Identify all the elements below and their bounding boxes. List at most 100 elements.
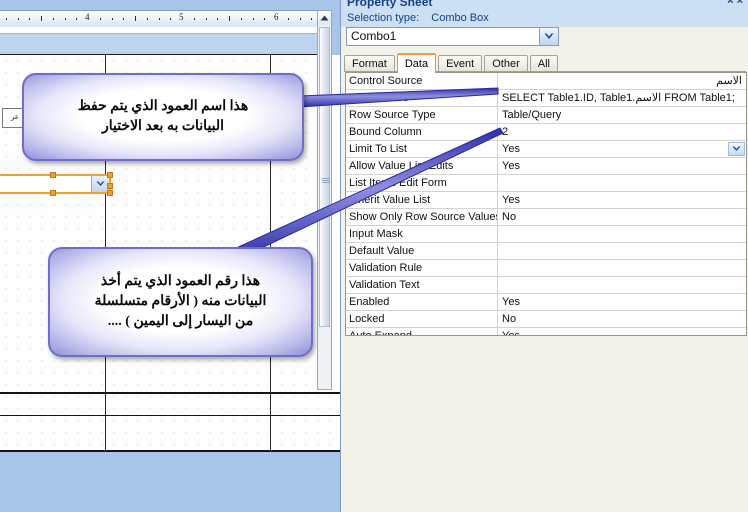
tab-other[interactable]: Other [484, 55, 528, 72]
ruler-tick [288, 18, 289, 20]
object-selector-dropdown-button[interactable] [539, 28, 558, 45]
property-row[interactable]: List Items Edit Form [346, 175, 746, 192]
property-row[interactable]: Default Value [346, 243, 746, 260]
scroll-up-button[interactable] [318, 11, 331, 25]
property-value-text: Yes [502, 330, 520, 336]
object-selector-combo[interactable]: Combo1 [346, 27, 559, 46]
property-name: Locked [346, 311, 498, 327]
property-value-text: No [502, 211, 517, 223]
property-name: Default Value [346, 243, 498, 259]
horizontal-ruler[interactable]: 4 5 6 [0, 10, 325, 28]
property-value-text: SELECT Table1.ID, Table1.الاسم FROM Tabl… [502, 92, 735, 104]
design-vertical-scrollbar[interactable] [317, 10, 332, 390]
ruler-tick [241, 18, 242, 20]
property-value[interactable] [498, 175, 746, 191]
property-name: Limit To List [346, 141, 498, 157]
screen-root: 456 عر Property Sheet × × Selection type… [0, 0, 748, 512]
tab-data[interactable]: Data [396, 53, 437, 73]
property-row[interactable]: Control Source الاسم [346, 73, 746, 90]
property-name: Inherit Value List [346, 192, 498, 208]
ruler-tick [194, 18, 195, 20]
property-row[interactable]: Validation Rule [346, 260, 746, 277]
tab-all[interactable]: All [529, 55, 558, 72]
property-value[interactable]: Yes [498, 158, 746, 174]
property-value[interactable]: الاسم [498, 73, 746, 89]
property-row[interactable]: Bound Column 2 [346, 124, 746, 141]
callout-bound-column: هذا رقم العمود الذي يتم أخذ البيانات منه… [48, 247, 313, 357]
ruler-tick [65, 18, 66, 20]
property-value-text: No [502, 313, 517, 325]
property-value[interactable]: Yes [498, 328, 746, 336]
property-row[interactable]: Auto Expand Yes [346, 328, 746, 336]
property-value-text: الاسم [716, 75, 742, 87]
ruler-gap [0, 27, 325, 34]
ruler-tick [41, 16, 42, 21]
ruler-label: 6 [274, 12, 279, 22]
property-value[interactable]: 2 [498, 124, 746, 140]
property-row[interactable]: Row Source SELECT Table1.ID, Table1.الاسم… [346, 90, 746, 107]
object-selector-value: Combo1 [351, 29, 397, 43]
ruler-tick [170, 18, 171, 20]
property-row[interactable]: Show Only Row Source Values No [346, 209, 746, 226]
property-value[interactable]: Yes [498, 294, 746, 310]
property-sheet-title: Property Sheet [347, 0, 433, 9]
property-value[interactable]: SELECT Table1.ID, Table1.الاسم FROM Tabl… [498, 90, 746, 106]
property-sheet-pane: Property Sheet × × Selection type: Combo… [340, 0, 748, 512]
property-value[interactable]: No [498, 311, 746, 327]
property-row[interactable]: Limit To List Yes [346, 141, 746, 158]
ruler-tick [6, 18, 7, 20]
scrollbar-thumb[interactable] [319, 27, 330, 327]
property-name: Bound Column [346, 124, 498, 140]
property-row[interactable]: Validation Text [346, 277, 746, 294]
property-value[interactable] [498, 260, 746, 276]
property-name: Validation Rule [346, 260, 498, 276]
property-name: Input Mask [346, 226, 498, 242]
tab-format[interactable]: Format [344, 55, 395, 72]
ruler-tick [100, 18, 101, 20]
property-row[interactable]: Inherit Value List Yes [346, 192, 746, 209]
resize-handle[interactable] [50, 190, 56, 196]
property-row[interactable]: Row Source Type Table/Query [346, 107, 746, 124]
property-name: Row Source Type [346, 107, 498, 123]
ruler-tick [229, 16, 230, 21]
property-name: Enabled [346, 294, 498, 310]
resize-handle[interactable] [107, 183, 113, 189]
property-value[interactable] [498, 243, 746, 259]
property-sheet-header: Property Sheet × × [341, 0, 748, 10]
property-value[interactable] [498, 226, 746, 242]
ruler-marks: 4 5 6 [0, 11, 325, 27]
ruler-tick [264, 18, 265, 20]
resize-handle[interactable] [50, 172, 56, 178]
chevron-down-icon [544, 33, 554, 39]
property-name: Show Only Row Source Values [346, 209, 498, 225]
property-row[interactable]: Input Mask [346, 226, 746, 243]
resize-handle[interactable] [107, 190, 113, 196]
form-section-band [0, 34, 325, 55]
form-combo-box-control[interactable] [0, 172, 113, 196]
tab-event[interactable]: Event [438, 55, 483, 72]
property-name: Validation Text [346, 277, 498, 293]
property-value-text: Yes [502, 143, 520, 155]
resize-handle[interactable] [107, 172, 113, 178]
selection-type-row: Selection type: Combo Box [341, 10, 748, 27]
property-value[interactable]: Table/Query [498, 107, 746, 123]
property-value-text: Table/Query [502, 109, 562, 121]
section-divider [0, 415, 340, 416]
property-value[interactable]: No [498, 209, 746, 225]
ruler-tick [300, 18, 301, 20]
property-grid[interactable]: Control Source الاسم Row Source SELECT Tabl… [345, 72, 747, 336]
property-value-text: Yes [502, 194, 520, 206]
property-name: Allow Value List Edits [346, 158, 498, 174]
property-row[interactable]: Allow Value List Edits Yes [346, 158, 746, 175]
property-name: Row Source [346, 90, 498, 106]
property-row[interactable]: Locked No [346, 311, 746, 328]
property-value[interactable]: Yes [498, 141, 746, 157]
chevron-down-icon [96, 181, 105, 186]
ruler-tick [123, 18, 124, 20]
property-dropdown-button[interactable] [728, 142, 745, 156]
property-value[interactable] [498, 277, 746, 293]
close-icon[interactable]: × × [727, 0, 743, 7]
property-value[interactable]: Yes [498, 192, 746, 208]
property-row[interactable]: Enabled Yes [346, 294, 746, 311]
property-tabs[interactable]: Format Data Event Other All [344, 52, 560, 73]
